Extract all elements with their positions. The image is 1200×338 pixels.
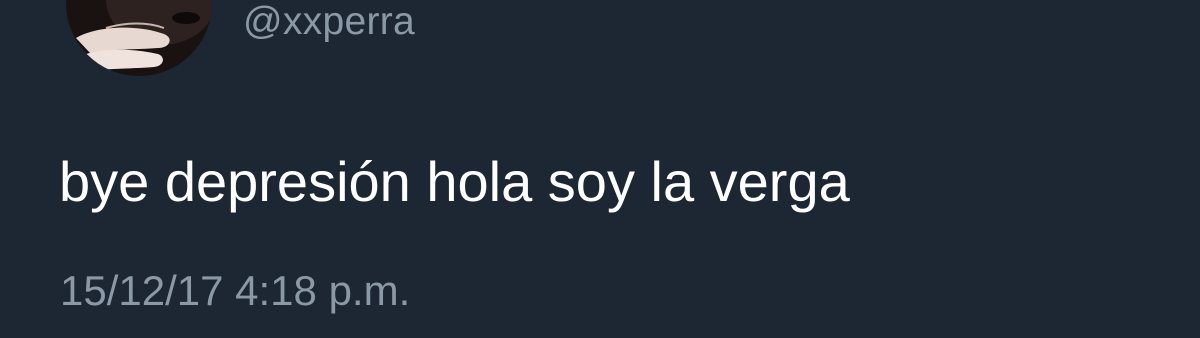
profile-avatar[interactable] — [66, 0, 212, 76]
tweet-timestamp[interactable]: 15/12/17 4:18 p.m. — [60, 266, 410, 316]
tweet-card: @xxperra bye depresión hola soy la verga… — [0, 0, 1200, 338]
profile-photo-icon — [66, 0, 212, 76]
user-handle[interactable]: @xxperra — [243, 0, 415, 44]
tweet-text: bye depresión hola soy la verga — [59, 150, 850, 213]
